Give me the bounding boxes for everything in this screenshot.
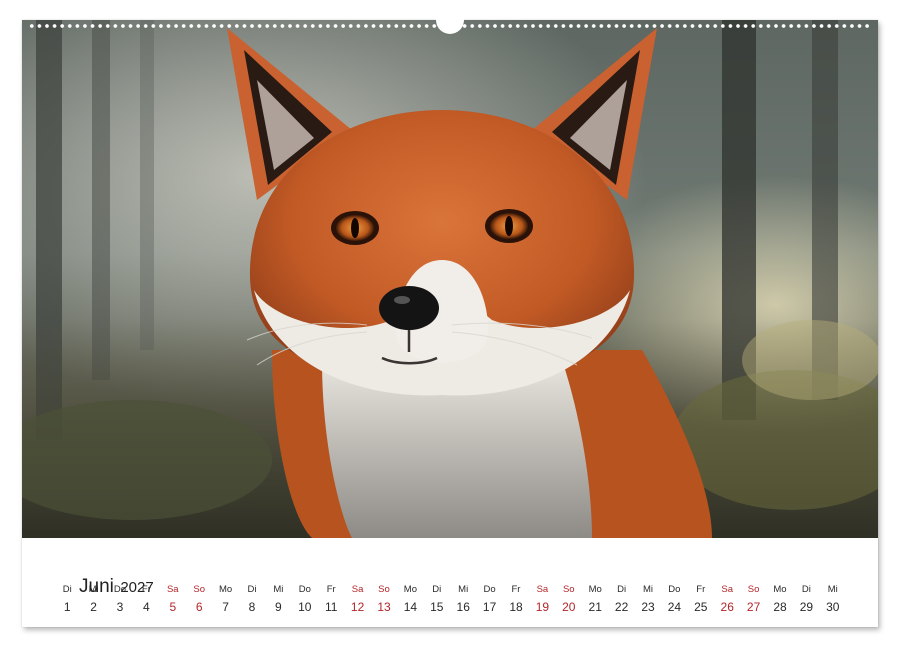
day-cell: Mi 9	[265, 584, 291, 615]
day-cell: Mi 2	[80, 584, 106, 615]
day-cell: Do 17	[476, 584, 502, 615]
weekday-label: Do	[668, 584, 681, 595]
weekday-label: Mo	[403, 584, 417, 595]
day-cell: Di 1	[54, 584, 80, 615]
day-cell: Di 8	[239, 584, 265, 615]
day-cell: Sa 12	[344, 584, 370, 615]
day-number: 4	[143, 600, 150, 614]
weekday-label: Fr	[696, 584, 706, 595]
day-cell: Sa 5	[160, 584, 186, 615]
day-cell: Mo 28	[767, 584, 793, 615]
weekday-label: Sa	[351, 584, 364, 595]
day-number: 7	[222, 600, 229, 614]
day-number: 6	[195, 600, 203, 614]
day-cell: Di 15	[424, 584, 450, 615]
day-number: 16	[456, 600, 470, 614]
calendar-page: Juni 2027	[22, 20, 878, 627]
day-cell: Fr 4	[133, 584, 159, 615]
weekday-label: Mo	[218, 584, 233, 595]
fox-illustration	[22, 20, 878, 538]
day-number: 8	[248, 600, 256, 614]
day-strip: Di 1 Mi 2 Do 3 Fr 4 Sa 5 So 6 Mo 7 Di 8 Mi 9 Do 10 Fr 11 Sa 12 S…	[54, 584, 846, 620]
weekday-label: Do	[483, 584, 496, 595]
day-number: 20	[562, 600, 576, 614]
day-number: 26	[720, 600, 734, 614]
weekday-label: Mo	[588, 584, 602, 595]
weekday-label: Do	[113, 584, 127, 595]
weekday-label: So	[193, 584, 205, 595]
day-number: 28	[773, 600, 787, 614]
day-cell: Mi 30	[820, 584, 846, 615]
day-number: 21	[588, 600, 602, 614]
weekday-label: Di	[801, 584, 811, 595]
day-number: 18	[509, 600, 523, 614]
day-cell: Di 22	[608, 584, 634, 615]
day-cell: Mo 21	[582, 584, 608, 615]
day-cell: Fr 18	[503, 584, 529, 615]
day-cell: Sa 19	[529, 584, 555, 615]
weekday-label: Di	[247, 584, 257, 595]
weekday-label: So	[378, 584, 390, 595]
day-number: 2	[90, 600, 97, 614]
weekday-label: Sa	[721, 584, 733, 595]
day-number: 29	[799, 600, 814, 614]
day-cell: Mo 7	[212, 584, 238, 615]
weekday-label: Mo	[773, 584, 787, 595]
weekday-label: Sa	[536, 584, 549, 595]
day-cell: Do 10	[292, 584, 318, 615]
day-number: 11	[324, 600, 338, 614]
day-number: 23	[641, 600, 655, 614]
weekday-label: Do	[298, 584, 311, 595]
day-number: 3	[116, 600, 124, 614]
day-number: 30	[826, 600, 840, 614]
day-cell: Di 29	[793, 584, 819, 615]
day-number: 1	[63, 600, 71, 614]
weekday-label: Di	[617, 584, 627, 595]
day-number: 22	[614, 600, 629, 614]
weekday-label: Sa	[166, 584, 179, 595]
fox-photo	[22, 20, 878, 538]
day-cell: Mo 14	[397, 584, 423, 615]
day-cell: Fr 25	[688, 584, 714, 615]
day-number: 27	[746, 600, 761, 614]
weekday-label: Di	[432, 584, 442, 595]
day-number: 13	[377, 600, 391, 614]
day-cell: Mi 16	[450, 584, 476, 615]
weekday-label: Fr	[326, 584, 336, 595]
day-cell: Mi 23	[635, 584, 661, 615]
weekday-label: Fr	[141, 584, 151, 595]
weekday-label: So	[747, 584, 760, 595]
day-number: 24	[667, 600, 682, 614]
weekday-label: Di	[62, 584, 72, 595]
weekday-label: Mi	[88, 584, 99, 595]
day-number: 17	[482, 600, 497, 614]
day-number: 19	[535, 600, 550, 614]
day-number: 14	[403, 600, 418, 614]
day-cell: So 13	[371, 584, 397, 615]
day-number: 12	[350, 600, 365, 614]
day-cell: So 20	[556, 584, 582, 615]
day-cell: Do 3	[107, 584, 133, 615]
weekday-label: So	[562, 584, 575, 595]
day-cell: Sa 26	[714, 584, 740, 615]
weekday-label: Mi	[642, 584, 653, 595]
day-number: 9	[275, 600, 282, 614]
weekday-label: Fr	[511, 584, 521, 595]
day-number: 10	[298, 600, 312, 614]
day-cell: Do 24	[661, 584, 687, 615]
day-number: 25	[694, 600, 708, 614]
weekday-label: Mi	[827, 584, 838, 595]
weekday-label: Mi	[273, 584, 284, 595]
day-cell: So 27	[740, 584, 766, 615]
weekday-label: Mi	[458, 584, 469, 595]
day-cell: So 6	[186, 584, 212, 615]
day-number: 5	[169, 600, 177, 614]
day-number: 15	[430, 600, 444, 614]
day-cell: Fr 11	[318, 584, 344, 615]
